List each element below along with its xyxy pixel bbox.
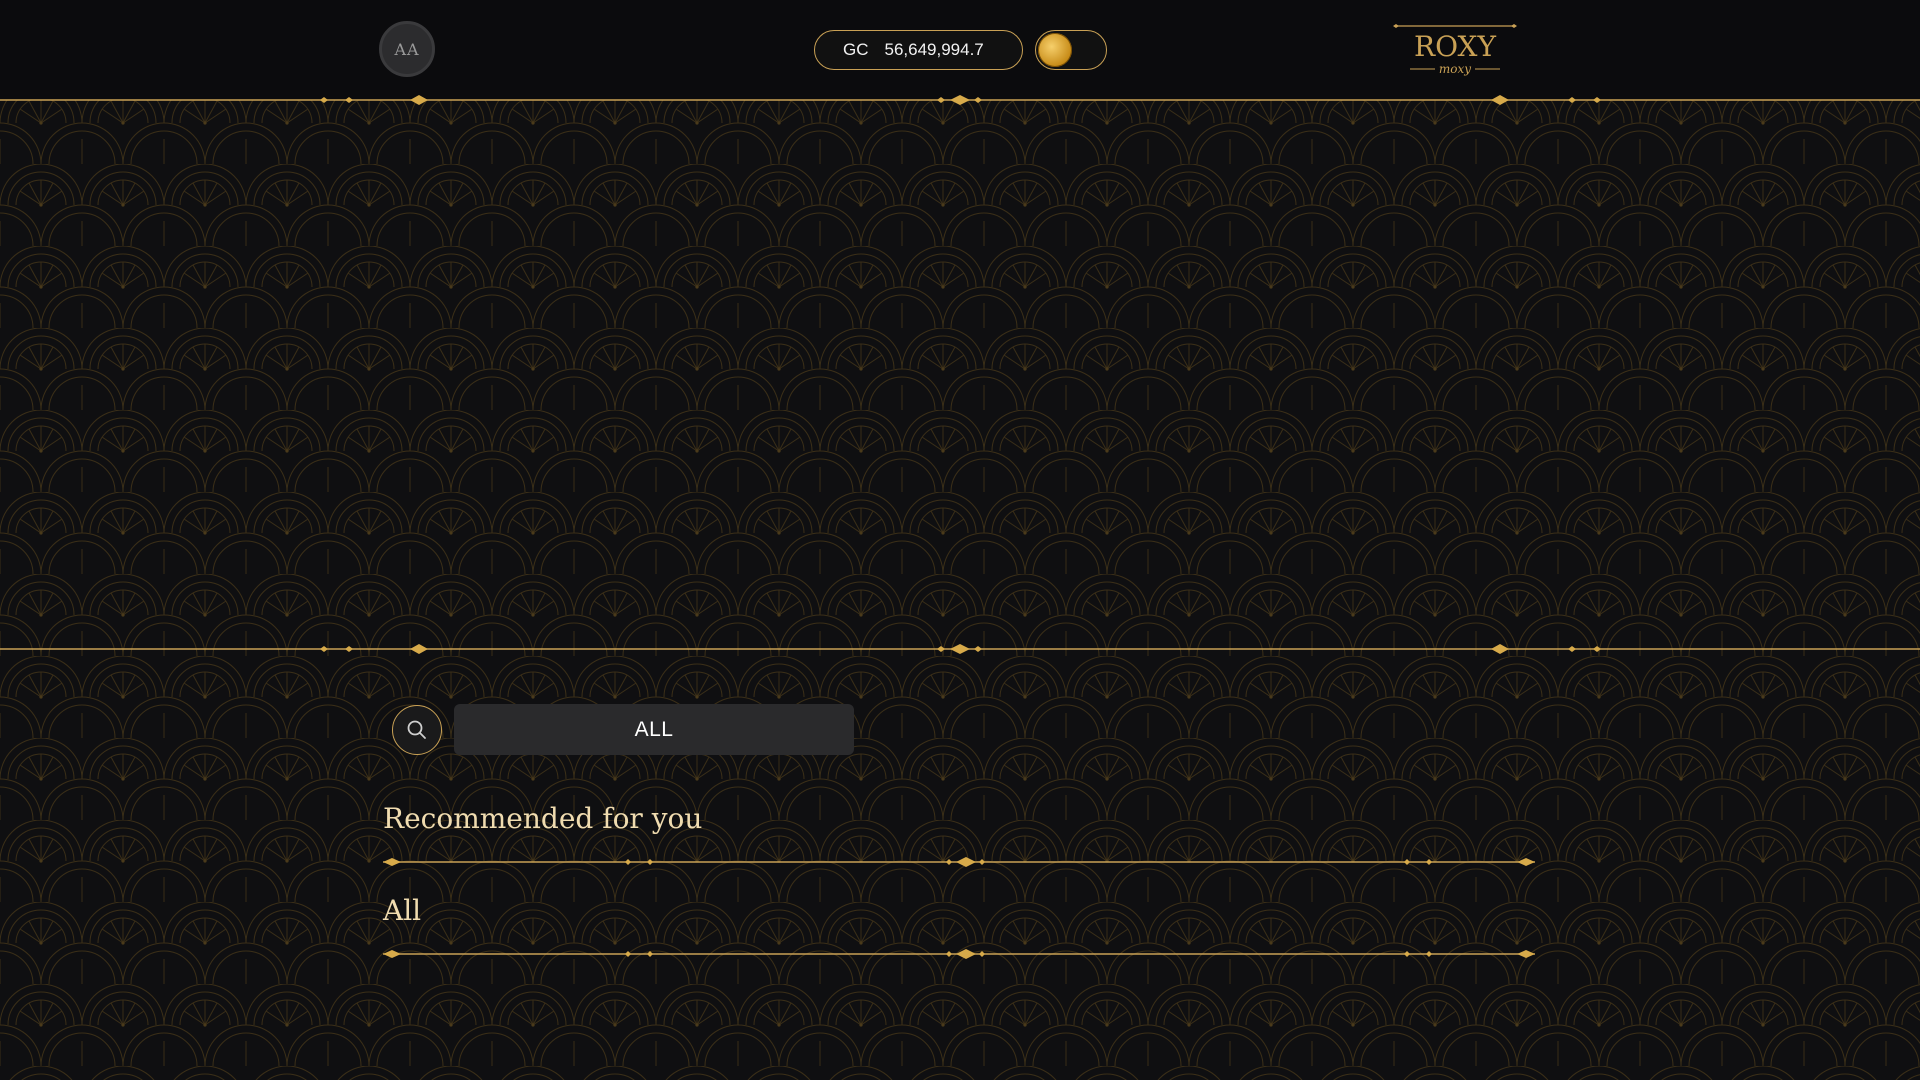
logo-tagline: moxy: [1439, 62, 1471, 76]
gold-coin-icon: [1038, 33, 1072, 67]
balance-amount: 56,649,994.7: [884, 40, 984, 59]
search-button[interactable]: [392, 705, 442, 755]
section-title-all: All: [383, 894, 422, 927]
roxy-logo[interactable]: ROXY moxy: [1390, 20, 1520, 76]
top-divider: [0, 95, 1920, 105]
fan-pattern-background: [0, 0, 1920, 1080]
avatar[interactable]: AA: [379, 21, 435, 77]
currency-toggle[interactable]: [1035, 30, 1107, 70]
filter-selected-label: ALL: [634, 717, 674, 741]
banner-bottom-divider: [0, 644, 1920, 654]
section-divider-recommended: [383, 857, 1535, 867]
section-divider-all: [383, 949, 1535, 959]
logo-brand: ROXY: [1414, 30, 1496, 63]
balance-display[interactable]: GC 56,649,994.7: [814, 30, 1023, 70]
avatar-initials: AA: [394, 39, 420, 59]
category-filter-dropdown[interactable]: ALL: [454, 704, 854, 755]
section-title-recommended: Recommended for you: [383, 802, 703, 835]
search-icon: [407, 720, 426, 739]
currency-label: GC: [843, 40, 869, 59]
